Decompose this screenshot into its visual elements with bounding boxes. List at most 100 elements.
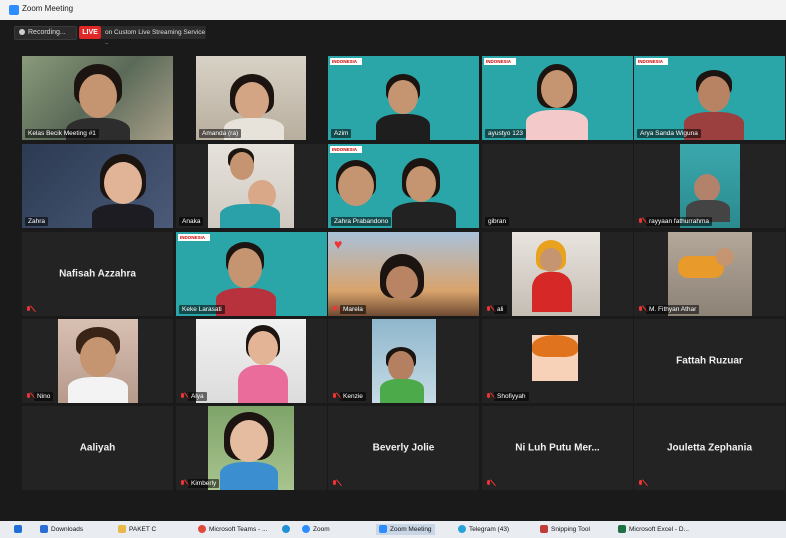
participant-name: Zahra Prabandono xyxy=(331,217,392,226)
folder-icon xyxy=(118,525,126,534)
taskbar-item-snipping-tool[interactable]: Snipping Tool xyxy=(540,524,590,535)
taskbar-item-zoom-meeting[interactable]: Zoom Meeting xyxy=(376,524,435,535)
participant-tile[interactable]: Zahra xyxy=(22,144,173,228)
record-icon xyxy=(19,29,25,36)
participant-name: M. Fithyan Athar xyxy=(646,305,700,314)
participant-name: Amanda (ra) xyxy=(199,129,242,138)
participant-tile[interactable]: Shofiyyah xyxy=(482,319,633,403)
brand-badge: INDONESIA xyxy=(178,234,210,241)
participant-tile[interactable]: rayyaan fathurrahma xyxy=(634,144,785,228)
taskbar-label: Telegram (43) xyxy=(469,526,510,533)
taskbar-label: Snipping Tool xyxy=(551,526,590,533)
participant-name: Aaliyah xyxy=(79,442,116,454)
gallery-view: Kelas Becik Meeting #1 Amanda (ra) INDON… xyxy=(0,44,786,494)
taskbar-label: Microsoft Excel - D... xyxy=(629,526,689,533)
participant-name: Alya xyxy=(188,392,207,401)
mic-muted-icon xyxy=(180,393,186,400)
participant-tile[interactable]: INDONESIA Azim xyxy=(328,56,479,140)
mic-muted-icon xyxy=(486,480,492,487)
brand-badge: INDONESIA xyxy=(330,58,362,65)
start-button[interactable] xyxy=(14,524,25,535)
taskbar-item-teams[interactable]: Microsoft Teams - ... xyxy=(198,524,267,535)
excel-icon xyxy=(618,525,626,534)
folder-download-icon xyxy=(40,525,48,534)
participant-name: Nafisah Azzahra xyxy=(59,268,136,280)
participant-name: Marela xyxy=(340,305,366,314)
zoom-icon xyxy=(302,525,310,534)
participant-tile[interactable]: INDONESIA Arya Sanda Wiguna xyxy=(634,56,785,140)
mic-muted-icon xyxy=(638,218,644,225)
taskbar-label: Downloads xyxy=(51,526,84,533)
participant-name: gibran xyxy=(485,217,510,226)
windows-taskbar: Downloads PAKET C Microsoft Teams - ... … xyxy=(0,521,786,538)
heart-icon: ♥ xyxy=(334,236,343,252)
taskbar-item-zoom[interactable]: Zoom xyxy=(302,524,330,535)
participant-tile[interactable]: Kenzie xyxy=(328,319,479,403)
participant-tile[interactable]: Jouletta Zephania xyxy=(634,406,785,490)
edge-icon xyxy=(282,525,290,534)
participant-tile[interactable]: Beverly Jolie xyxy=(328,406,479,490)
window-title: Zoom Meeting xyxy=(22,4,74,13)
participant-tile[interactable]: M. Fithyan Athar xyxy=(634,232,785,316)
participant-tile[interactable]: INDONESIA Zahra Prabandono xyxy=(328,144,479,228)
participant-tile[interactable]: Nino xyxy=(22,319,173,403)
participant-name: Ni Luh Putu Mer... xyxy=(515,442,600,454)
participant-tile[interactable]: Kelas Becik Meeting #1 xyxy=(22,56,173,140)
mic-muted-icon xyxy=(332,306,338,313)
telegram-icon xyxy=(458,525,466,534)
participant-name: Beverly Jolie xyxy=(372,442,435,454)
recording-label: Recording... xyxy=(28,29,66,36)
participant-name: ali xyxy=(494,305,507,314)
taskbar-item-edge[interactable] xyxy=(282,524,293,535)
mic-muted-icon xyxy=(486,306,492,313)
zoom-icon xyxy=(379,525,387,534)
taskbar-label: Microsoft Teams - ... xyxy=(209,526,268,533)
participant-name: Jouletta Zephania xyxy=(666,442,752,454)
participant-tile[interactable]: Amanda (ra) xyxy=(196,56,306,140)
taskbar-item-excel[interactable]: Microsoft Excel - D... xyxy=(618,524,689,535)
participant-tile[interactable]: Nafisah Azzahra xyxy=(22,232,173,316)
chrome-icon xyxy=(198,525,206,534)
windows-start-icon xyxy=(14,525,22,534)
taskbar-item-telegram[interactable]: Telegram (43) xyxy=(458,524,509,535)
mic-muted-icon xyxy=(332,480,338,487)
participant-tile[interactable]: INDONESIA ayustyo 123 xyxy=(482,56,633,140)
participant-name: Kelas Becik Meeting #1 xyxy=(25,129,99,138)
participant-tile[interactable]: Ni Luh Putu Mer... xyxy=(482,406,633,490)
taskbar-item-paket-c[interactable]: PAKET C xyxy=(118,524,156,535)
participant-tile[interactable]: Anaka xyxy=(176,144,327,228)
participant-tile[interactable]: Fattah Ruzuar xyxy=(634,319,785,403)
participant-tile[interactable]: gibran xyxy=(482,144,633,228)
participant-tile[interactable]: Alya xyxy=(176,319,327,403)
mic-muted-icon xyxy=(638,306,644,313)
taskbar-item-downloads[interactable]: Downloads xyxy=(40,524,83,535)
brand-badge: INDONESIA xyxy=(484,58,516,65)
mic-muted-icon xyxy=(638,480,644,487)
zoom-logo-icon xyxy=(9,5,19,15)
participant-tile[interactable]: Kimberly xyxy=(176,406,327,490)
participant-name: Azim xyxy=(331,129,352,138)
participant-name: Fattah Ruzuar xyxy=(676,355,743,367)
participant-tile[interactable]: ali xyxy=(482,232,633,316)
mic-muted-icon xyxy=(486,393,492,400)
mic-muted-icon xyxy=(26,306,32,313)
mic-muted-icon xyxy=(332,393,338,400)
snipping-icon xyxy=(540,525,548,534)
mic-muted-icon xyxy=(26,393,32,400)
title-bar: Zoom Meeting xyxy=(0,0,786,20)
brand-badge: INDONESIA xyxy=(636,58,668,65)
taskbar-label: Zoom xyxy=(313,526,330,533)
participant-tile[interactable]: Aaliyah xyxy=(22,406,173,490)
stream-service-dropdown[interactable]: on Custom Live Streaming Service ▾ xyxy=(101,26,206,49)
recording-indicator[interactable]: Recording... xyxy=(14,26,77,40)
participant-name: ayustyo 123 xyxy=(485,129,527,138)
participant-tile[interactable]: ♥ Marela xyxy=(328,232,479,316)
participant-name: Keke Larasati xyxy=(179,305,225,314)
mic-muted-icon xyxy=(180,480,186,487)
participant-name: Anaka xyxy=(179,217,204,226)
participant-tile[interactable]: INDONESIA Keke Larasati xyxy=(176,232,327,316)
participant-name: Shofiyyah xyxy=(494,392,529,401)
taskbar-label: Zoom Meeting xyxy=(390,526,432,533)
participant-name: Arya Sanda Wiguna xyxy=(637,129,701,138)
participant-name: rayyaan fathurrahma xyxy=(646,217,712,226)
